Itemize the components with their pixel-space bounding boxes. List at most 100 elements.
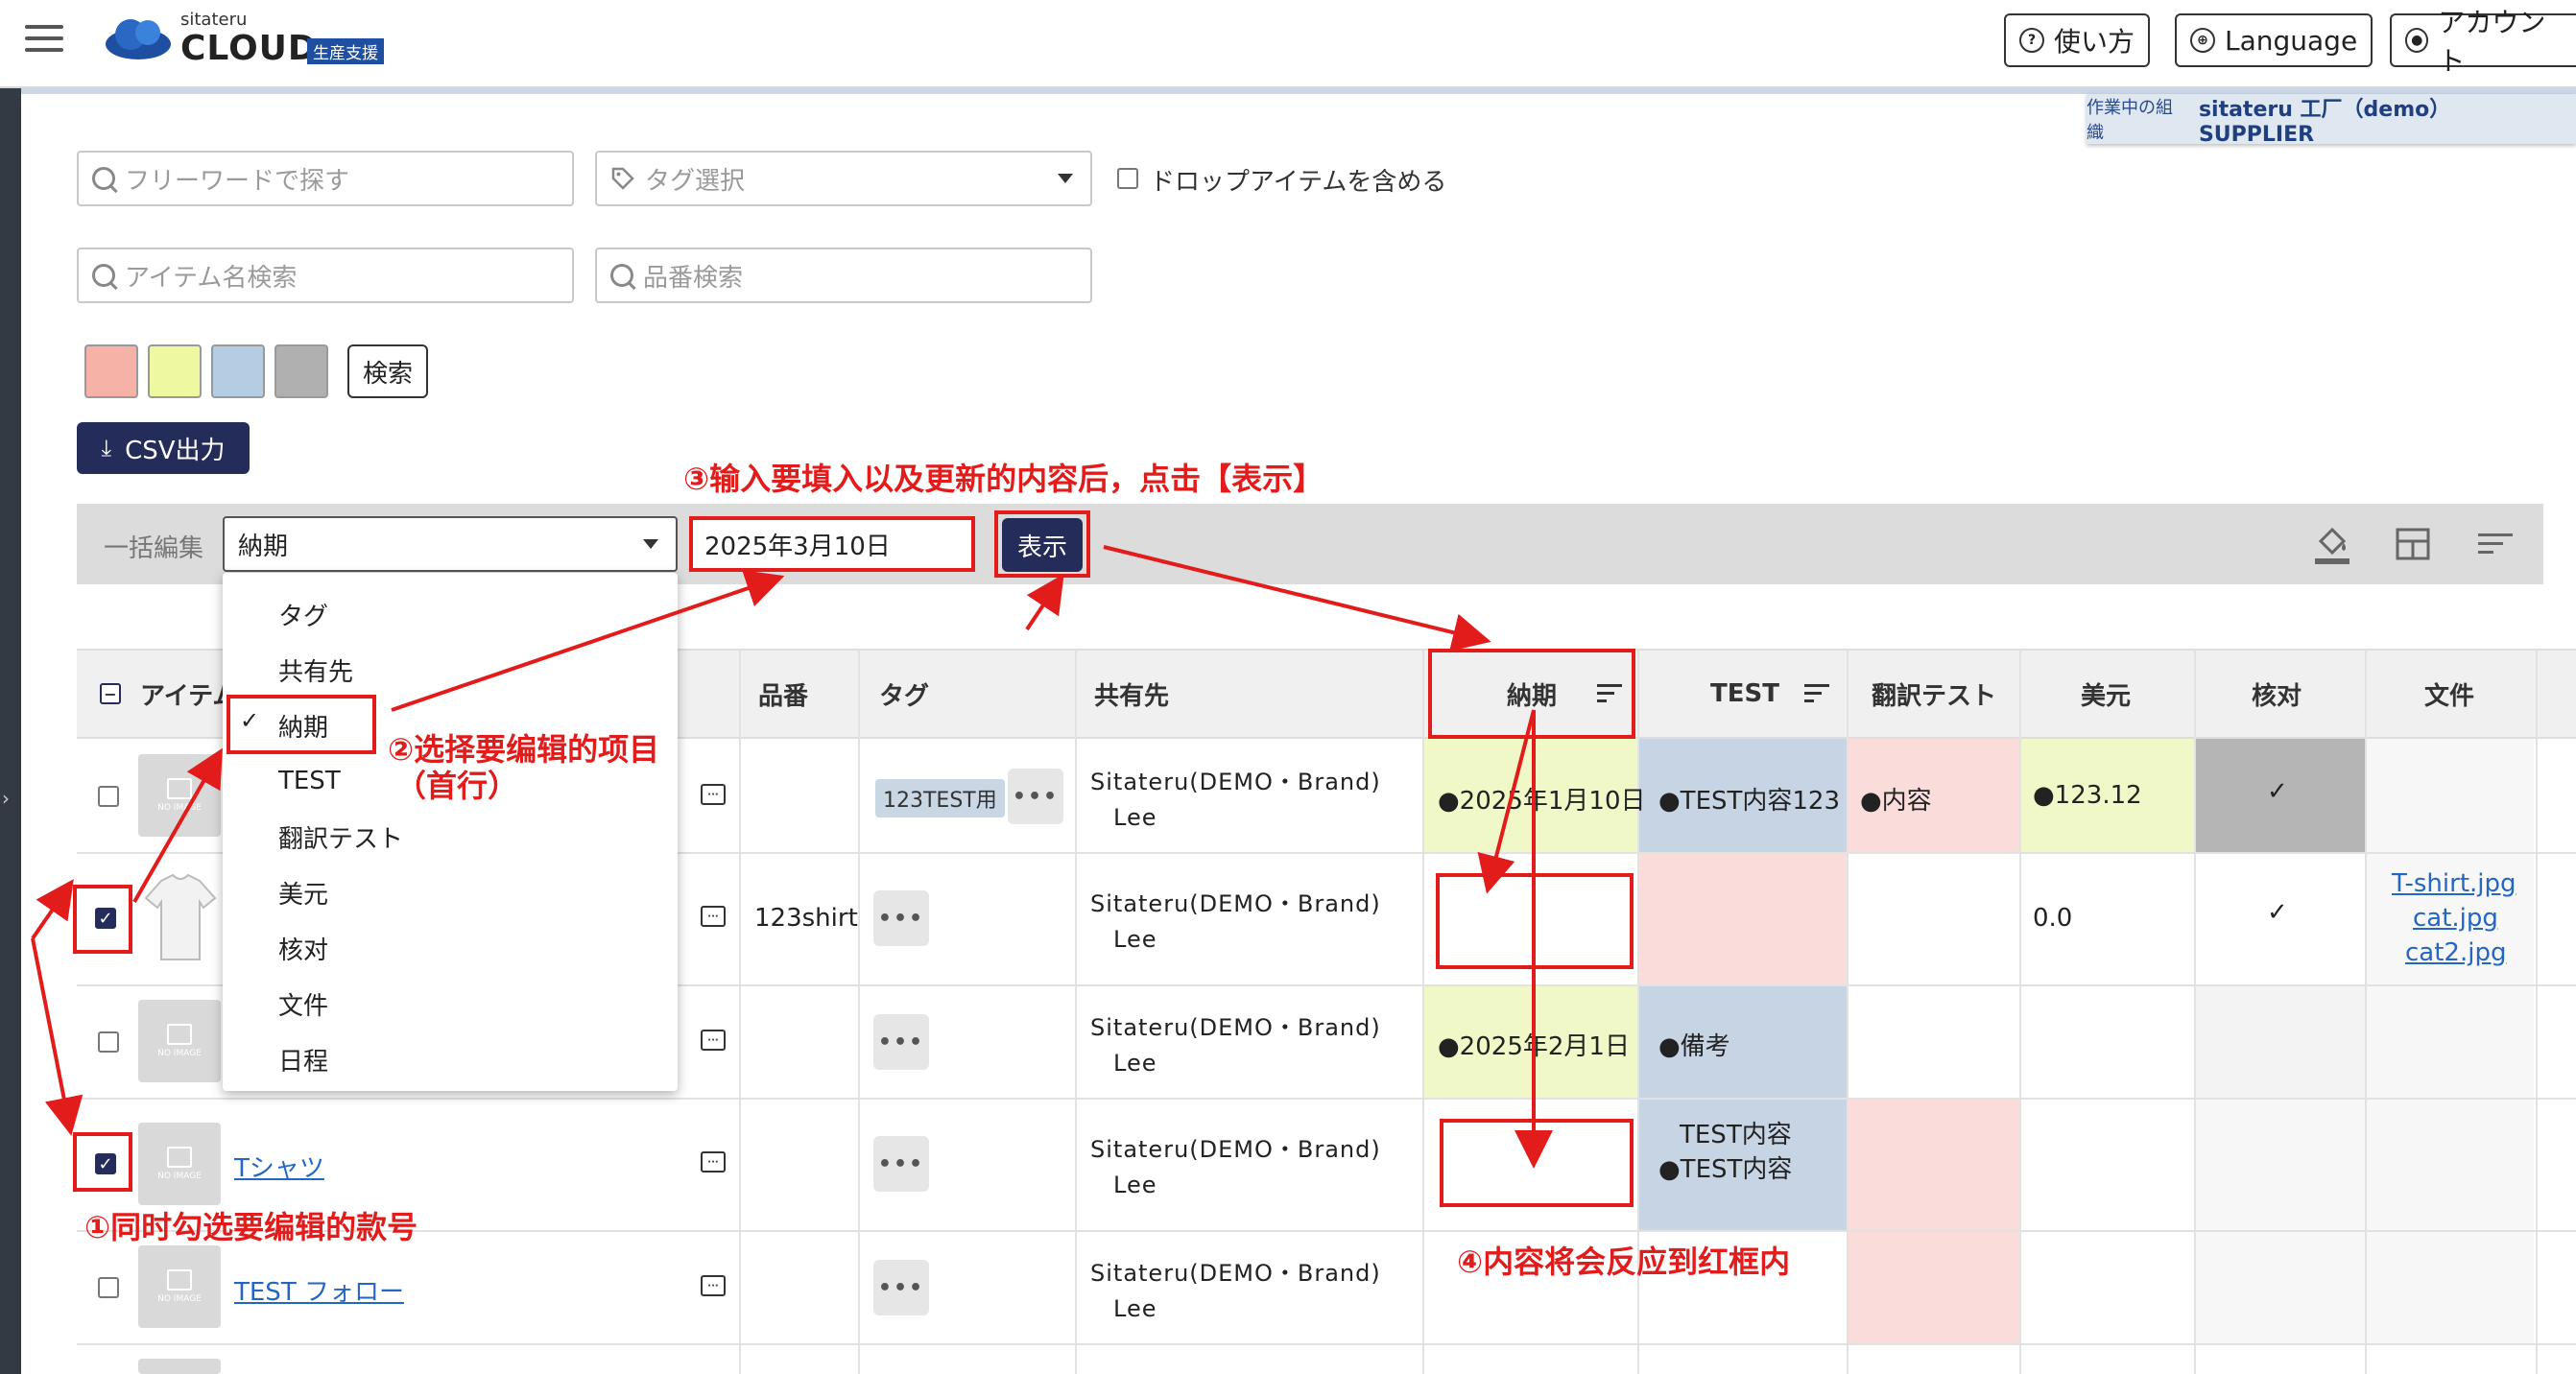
share-user: Lee xyxy=(1113,1050,1157,1077)
test-cell-line1[interactable]: TEST内容 xyxy=(1680,1115,1792,1150)
share-org: Sitateru(DEMO・Brand) xyxy=(1090,1260,1381,1287)
usd-cell[interactable]: ●123.12 xyxy=(2033,781,2142,810)
more-icon[interactable]: ••• xyxy=(873,1136,929,1192)
color-filter-yellow[interactable] xyxy=(148,344,202,398)
row-divider xyxy=(77,1343,2576,1345)
row-checkbox[interactable] xyxy=(98,1277,119,1298)
comment-icon[interactable]: ··· xyxy=(701,1275,726,1296)
test-cell[interactable]: ●備考 xyxy=(1658,1027,1730,1062)
dropdown-item-share[interactable]: 共有先 xyxy=(223,642,678,698)
file-link[interactable]: cat.jpg xyxy=(2413,904,2498,933)
col-verify[interactable]: 核对 xyxy=(2252,649,2302,739)
search-button[interactable]: 検索 xyxy=(347,344,428,398)
sort-icon[interactable] xyxy=(2478,532,2513,557)
help-button[interactable]: ? 使い方 xyxy=(2004,13,2151,67)
include-drop-label: ドロップアイテムを含める xyxy=(1150,168,1447,197)
row-checkbox[interactable] xyxy=(98,1031,119,1053)
part-no-placeholder: 品番検索 xyxy=(643,263,744,293)
comment-icon[interactable]: ··· xyxy=(701,784,726,805)
dropdown-item-schedule[interactable]: 日程 xyxy=(223,1031,678,1087)
col-divider xyxy=(2365,649,2367,1374)
more-icon[interactable]: ••• xyxy=(1008,769,1063,824)
dropdown-item-verify[interactable]: 核对 xyxy=(223,920,678,976)
include-drop-checkbox[interactable] xyxy=(1117,168,1138,189)
account-button[interactable]: ● アカウント xyxy=(2390,7,2576,77)
search-icon xyxy=(92,167,115,190)
freeword-search-input[interactable]: フリーワードで探す xyxy=(77,151,574,206)
dropdown-item-translate[interactable]: 翻訳テスト xyxy=(223,809,678,865)
share-user: Lee xyxy=(1113,1295,1157,1322)
item-thumbnail: NO IMAGE xyxy=(138,1000,221,1082)
due-cell[interactable]: ●2025年2月1日 xyxy=(1438,1027,1630,1062)
comment-icon[interactable]: ··· xyxy=(701,906,726,927)
item-name-search-input[interactable]: アイテム名検索 xyxy=(77,248,574,303)
bulk-field-select[interactable]: 納期 xyxy=(223,516,678,572)
col-tag[interactable]: タグ xyxy=(879,649,929,739)
item-name-link[interactable]: TEST フォロー xyxy=(234,1272,404,1308)
layout-icon[interactable] xyxy=(2396,528,2430,560)
comment-icon[interactable]: ··· xyxy=(701,1030,726,1051)
language-button[interactable]: ⊕ Language xyxy=(2175,13,2373,67)
verify-check[interactable]: ✓ xyxy=(2267,777,2288,806)
sidebar-collapsed[interactable] xyxy=(0,88,21,1374)
sort-icon[interactable] xyxy=(1804,684,1829,703)
select-all-checkbox[interactable]: − xyxy=(100,683,121,704)
more-icon[interactable]: ••• xyxy=(873,1014,929,1070)
tag-chip[interactable]: 123TEST用 xyxy=(875,779,1005,817)
col-translate[interactable]: 翻訳テスト xyxy=(1872,649,1996,739)
color-filter-red[interactable] xyxy=(84,344,138,398)
freeword-placeholder: フリーワードで探す xyxy=(125,166,350,196)
col-divider xyxy=(858,649,860,1374)
help-label: 使い方 xyxy=(2054,26,2135,58)
annotation-box xyxy=(73,885,132,954)
part-no-search-input[interactable]: 品番検索 xyxy=(595,248,1092,303)
translate-cell[interactable]: ●内容 xyxy=(1860,781,1932,817)
item-name-link[interactable]: Tシャツ xyxy=(234,1149,324,1184)
verify-check[interactable]: ✓ xyxy=(2267,898,2288,927)
menu-icon[interactable] xyxy=(25,25,63,54)
col-divider xyxy=(2019,649,2021,1374)
file-link[interactable]: cat2.jpg xyxy=(2405,938,2506,967)
col-files[interactable]: 文件 xyxy=(2424,649,2474,739)
share-user: Lee xyxy=(1113,926,1157,953)
annotation-step2-line2: （首行） xyxy=(395,768,519,804)
chevron-right-icon[interactable]: › xyxy=(2,787,10,810)
fill-color-icon[interactable] xyxy=(2313,522,2351,566)
account-icon: ● xyxy=(2405,28,2429,53)
share-user: Lee xyxy=(1113,1172,1157,1198)
help-icon: ? xyxy=(2019,28,2044,53)
color-filter-blue[interactable] xyxy=(211,344,265,398)
test-cell[interactable]: ●TEST内容 xyxy=(1658,1149,1792,1185)
part-no-cell: 123shirt xyxy=(754,904,858,933)
share-org: Sitateru(DEMO・Brand) xyxy=(1090,769,1381,795)
dropdown-item-tag[interactable]: タグ xyxy=(223,586,678,642)
due-cell[interactable]: ●2025年1月10日 xyxy=(1438,781,1645,817)
csv-export-button[interactable]: ⤓ CSV出力 xyxy=(77,422,250,474)
cell-bg xyxy=(1849,1098,2019,1230)
annotation-box xyxy=(994,510,1090,578)
item-name-placeholder: アイテム名検索 xyxy=(125,263,298,293)
row-checkbox[interactable] xyxy=(98,786,119,807)
col-test[interactable]: TEST xyxy=(1710,649,1779,739)
dropdown-item-usd[interactable]: 美元 xyxy=(223,865,678,920)
test-cell[interactable]: ●TEST内容123 xyxy=(1658,781,1840,817)
dropdown-item-files[interactable]: 文件 xyxy=(223,976,678,1031)
col-part-no[interactable]: 品番 xyxy=(758,649,808,739)
search-icon xyxy=(610,264,633,287)
col-share[interactable]: 共有先 xyxy=(1094,649,1169,739)
color-filter-gray[interactable] xyxy=(274,344,328,398)
col-divider xyxy=(1847,649,1849,1374)
usd-cell[interactable]: 0.0 xyxy=(2033,904,2072,933)
more-icon[interactable]: ••• xyxy=(873,1260,929,1315)
file-link[interactable]: T-shirt.jpg xyxy=(2392,869,2516,898)
chevron-down-icon xyxy=(643,539,658,549)
tag-select[interactable]: タグ選択 xyxy=(595,151,1092,206)
col-divider xyxy=(739,649,741,1374)
more-icon[interactable]: ••• xyxy=(873,890,929,946)
tag-placeholder: タグ選択 xyxy=(645,166,746,196)
download-icon: ⤓ xyxy=(101,435,112,462)
share-org: Sitateru(DEMO・Brand) xyxy=(1090,890,1381,917)
col-usd[interactable]: 美元 xyxy=(2081,649,2131,739)
comment-icon[interactable]: ··· xyxy=(701,1151,726,1173)
col-divider xyxy=(1422,649,1424,1374)
